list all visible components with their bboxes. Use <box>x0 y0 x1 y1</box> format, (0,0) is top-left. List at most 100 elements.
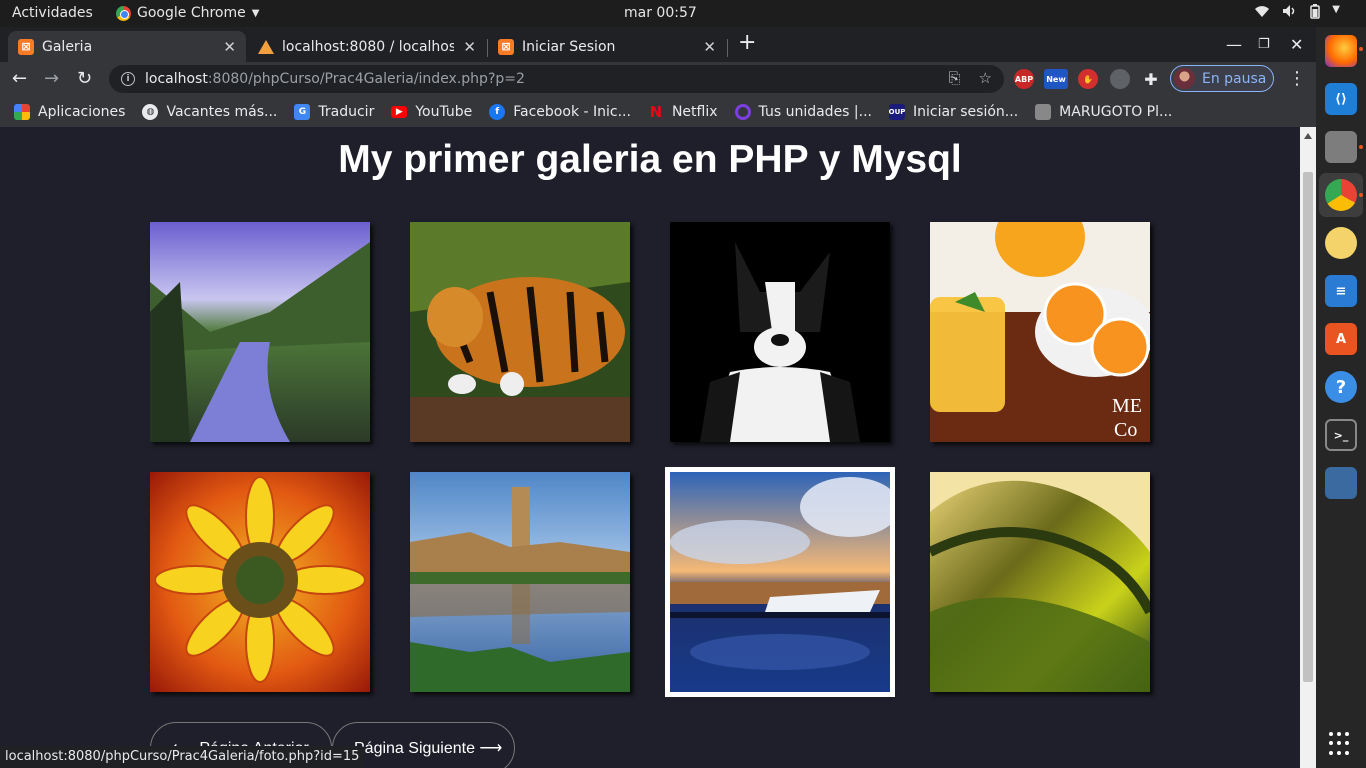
close-icon[interactable]: ✕ <box>703 38 716 56</box>
close-icon[interactable]: ✕ <box>223 38 236 56</box>
tab-label: Galeria <box>42 38 93 55</box>
bookmark-iniciar-sesion[interactable]: OUP Iniciar sesión... <box>889 103 1019 120</box>
rhythmbox-icon[interactable] <box>1325 227 1357 259</box>
bookmark-label: Traducir <box>318 103 375 120</box>
netflix-icon: N <box>649 102 663 121</box>
adblock-plus-icon[interactable]: ABP <box>1014 69 1034 89</box>
running-indicator <box>1359 145 1363 149</box>
bookmark-label: Facebook - Inic... <box>513 103 631 120</box>
software-center-icon[interactable]: A <box>1325 323 1357 355</box>
profile-button[interactable]: En pausa <box>1170 65 1274 92</box>
bookmark-label: Vacantes más... <box>166 103 278 120</box>
url-path: :8080/phpCurso/Prac4Galeria/index.php?p=… <box>207 71 525 87</box>
tab-label: Iniciar Sesion <box>522 38 616 55</box>
tab-strip: ⊠ Galeria ✕ localhost:8080 / localhost ✕… <box>0 27 1316 62</box>
mysql-workbench-icon[interactable] <box>1325 467 1357 499</box>
system-top-bar: Actividades Google Chrome ▼ mar 00:57 ▼ <box>0 0 1366 27</box>
photo-marina-sunset[interactable] <box>665 467 895 697</box>
running-indicator <box>1359 193 1363 197</box>
new-tab-button[interactable]: + <box>738 30 756 55</box>
xampp-icon: ⊠ <box>498 38 514 55</box>
unit-icon <box>734 103 751 120</box>
app-name: Google Chrome <box>137 5 246 21</box>
terminal-icon[interactable]: >_ <box>1325 419 1357 451</box>
tab-phpmyadmin[interactable]: localhost:8080 / localhost ✕ <box>248 31 486 62</box>
photo-green-wave[interactable] <box>930 472 1150 692</box>
bookmark-netflix[interactable]: N Netflix <box>648 102 718 121</box>
svg-text:Co: Co <box>1114 419 1137 441</box>
translate-icon: G <box>294 103 311 120</box>
reload-icon[interactable]: ↻ <box>77 68 92 89</box>
bookmark-label: Netflix <box>671 103 718 120</box>
youtube-icon: ▶ <box>391 105 408 118</box>
photo-sunflower[interactable] <box>150 472 370 692</box>
bookmark-label: Aplicaciones <box>38 103 126 120</box>
avatar <box>1174 68 1195 89</box>
restore-icon[interactable]: ❐ <box>1258 37 1270 52</box>
new-extension-icon[interactable]: New <box>1044 69 1068 89</box>
chevron-down-icon: ▼ <box>251 7 260 19</box>
info-icon[interactable]: i <box>121 72 135 86</box>
photo-ruins-reflection[interactable] <box>410 472 630 692</box>
show-applications-icon[interactable] <box>1329 732 1353 756</box>
scroll-up-icon[interactable] <box>1304 133 1312 139</box>
puzzle-icon[interactable]: ✚ <box>1141 69 1161 89</box>
address-bar[interactable]: i localhost:8080/phpCurso/Prac4Galeria/i… <box>109 65 1004 93</box>
translate-icon[interactable]: ⎘ <box>949 69 961 87</box>
activities-button[interactable]: Actividades <box>12 5 93 21</box>
page-scrollbar[interactable] <box>1300 127 1316 768</box>
bookmark-aplicaciones[interactable]: Aplicaciones <box>14 103 126 120</box>
minimize-icon[interactable]: — <box>1226 35 1242 54</box>
page-content: My primer galeria en PHP y Mysql ME Co P… <box>0 127 1300 768</box>
kebab-menu-icon[interactable]: ⋮ <box>1288 68 1306 89</box>
profile-status: En pausa <box>1202 70 1267 87</box>
marugoto-icon <box>1035 103 1052 120</box>
extension-grey-icon[interactable] <box>1110 69 1130 89</box>
bookmark-label: MARUGOTO Pl... <box>1059 103 1173 120</box>
close-icon[interactable]: ✕ <box>463 38 476 56</box>
app-menu[interactable]: Google Chrome ▼ <box>116 5 259 21</box>
tab-iniciar-sesion[interactable]: ⊠ Iniciar Sesion ✕ <box>488 31 726 62</box>
window-close-icon[interactable]: ✕ <box>1290 35 1303 54</box>
oup-icon: OUP <box>889 103 905 120</box>
xampp-icon: ⊠ <box>18 38 34 55</box>
photo-river-valley[interactable] <box>150 222 370 442</box>
bookmark-youtube[interactable]: ▶ YouTube <box>391 104 472 120</box>
volume-icon <box>1282 4 1298 23</box>
ubuntu-dock: ⟨⟩ ≡ A ? >_ <box>1316 27 1366 768</box>
bookmark-vacantes[interactable]: ◍ Vacantes más... <box>142 103 278 120</box>
photo-dog[interactable] <box>670 222 890 442</box>
chrome-icon[interactable] <box>1325 179 1357 211</box>
facebook-icon: f <box>489 103 506 120</box>
globe-icon: ◍ <box>142 103 159 120</box>
bookmark-traducir[interactable]: G Traducir <box>294 103 375 120</box>
browser-toolbar: ← → ↻ i localhost:8080/phpCurso/Prac4Gal… <box>0 62 1316 96</box>
bookmark-label: YouTube <box>415 103 473 120</box>
bookmark-facebook[interactable]: f Facebook - Inic... <box>489 103 631 120</box>
photo-tiger[interactable] <box>410 222 630 442</box>
tab-galeria[interactable]: ⊠ Galeria ✕ <box>8 31 246 62</box>
tab-divider <box>727 39 728 57</box>
photo-orange-juice[interactable]: ME Co <box>930 222 1150 442</box>
bookmark-marugoto[interactable]: MARUGOTO Pl... <box>1035 103 1173 120</box>
vscode-icon[interactable]: ⟨⟩ <box>1325 83 1357 115</box>
svg-text:ME: ME <box>1112 395 1142 417</box>
apps-grid-icon <box>14 103 30 120</box>
bookmark-tus-unidades[interactable]: Tus unidades |... <box>734 103 872 120</box>
chrome-icon <box>116 5 131 21</box>
back-arrow-icon[interactable]: ← <box>12 68 27 89</box>
scrollbar-thumb[interactable] <box>1303 172 1313 682</box>
system-tray[interactable]: ▼ <box>1254 4 1340 23</box>
bookmark-star-icon[interactable]: ☆ <box>979 69 992 87</box>
bookmark-label: Tus unidades |... <box>758 103 872 120</box>
hand-stop-icon[interactable]: ✋ <box>1078 69 1098 89</box>
bookmark-label: Iniciar sesión... <box>913 103 1019 120</box>
forward-arrow-icon[interactable]: → <box>44 68 59 89</box>
firefox-icon[interactable] <box>1325 35 1357 67</box>
wifi-icon <box>1254 4 1270 23</box>
clock[interactable]: mar 00:57 <box>624 5 697 21</box>
files-icon[interactable] <box>1325 131 1357 163</box>
running-indicator <box>1359 47 1363 51</box>
help-icon[interactable]: ? <box>1325 371 1357 403</box>
writer-icon[interactable]: ≡ <box>1325 275 1357 307</box>
